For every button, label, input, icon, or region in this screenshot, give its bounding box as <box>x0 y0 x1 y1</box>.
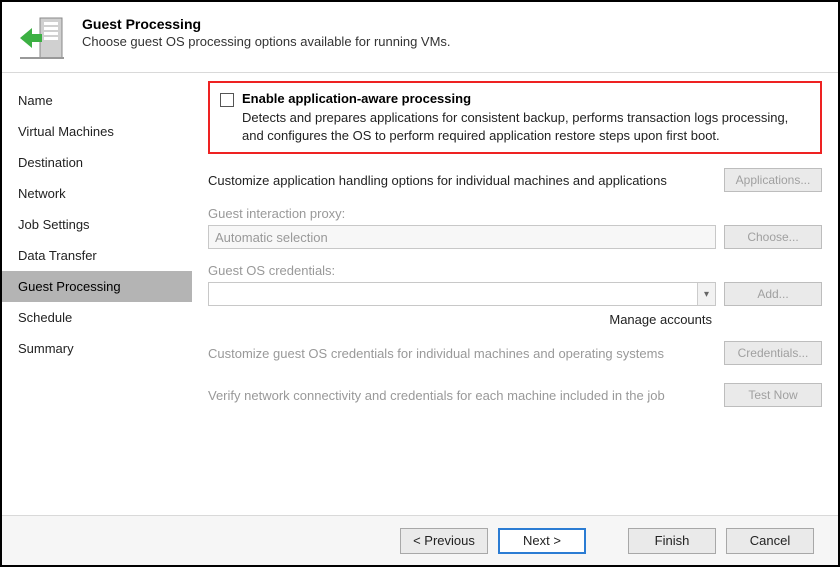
wizard-steps: Name Virtual Machines Destination Networ… <box>2 73 192 516</box>
main-panel: Enable application-aware processing Dete… <box>192 73 838 516</box>
sidebar-item-job-settings[interactable]: Job Settings <box>2 209 192 240</box>
manage-accounts-link[interactable]: Manage accounts <box>208 312 822 327</box>
chevron-down-icon: ▾ <box>697 283 715 305</box>
sidebar-item-summary[interactable]: Summary <box>2 333 192 364</box>
wizard-footer: < Previous Next > Finish Cancel <box>2 515 838 565</box>
guest-creds-label: Guest OS credentials: <box>208 263 822 278</box>
guest-proxy-label: Guest interaction proxy: <box>208 206 822 221</box>
next-button[interactable]: Next > <box>498 528 586 554</box>
wizard-icon <box>18 14 66 62</box>
choose-button[interactable]: Choose... <box>724 225 822 249</box>
previous-button[interactable]: < Previous <box>400 528 488 554</box>
sidebar-item-schedule[interactable]: Schedule <box>2 302 192 333</box>
wizard-body: Name Virtual Machines Destination Networ… <box>2 73 838 516</box>
guest-proxy-input[interactable] <box>208 225 716 249</box>
sidebar-item-name[interactable]: Name <box>2 85 192 116</box>
sidebar-item-destination[interactable]: Destination <box>2 147 192 178</box>
sidebar-item-guest-processing[interactable]: Guest Processing <box>2 271 192 302</box>
customize-app-text: Customize application handling options f… <box>208 173 716 188</box>
enable-app-aware-description: Detects and prepares applications for co… <box>242 109 810 144</box>
sidebar-item-data-transfer[interactable]: Data Transfer <box>2 240 192 271</box>
finish-button[interactable]: Finish <box>628 528 716 554</box>
cancel-button[interactable]: Cancel <box>726 528 814 554</box>
page-subtitle: Choose guest OS processing options avail… <box>82 34 822 49</box>
wizard-header: Guest Processing Choose guest OS process… <box>2 2 838 73</box>
customize-creds-text: Customize guest OS credentials for indiv… <box>208 346 716 361</box>
enable-app-aware-label: Enable application-aware processing <box>242 91 471 106</box>
verify-text: Verify network connectivity and credenti… <box>208 388 716 403</box>
sidebar-item-network[interactable]: Network <box>2 178 192 209</box>
sidebar-item-virtual-machines[interactable]: Virtual Machines <box>2 116 192 147</box>
enable-app-aware-checkbox[interactable] <box>220 93 234 107</box>
guest-creds-combo[interactable]: ▾ <box>208 282 716 306</box>
page-title: Guest Processing <box>82 16 822 32</box>
credentials-button[interactable]: Credentials... <box>724 341 822 365</box>
enable-app-aware-highlight: Enable application-aware processing Dete… <box>208 81 822 154</box>
applications-button[interactable]: Applications... <box>724 168 822 192</box>
test-now-button[interactable]: Test Now <box>724 383 822 407</box>
add-button[interactable]: Add... <box>724 282 822 306</box>
